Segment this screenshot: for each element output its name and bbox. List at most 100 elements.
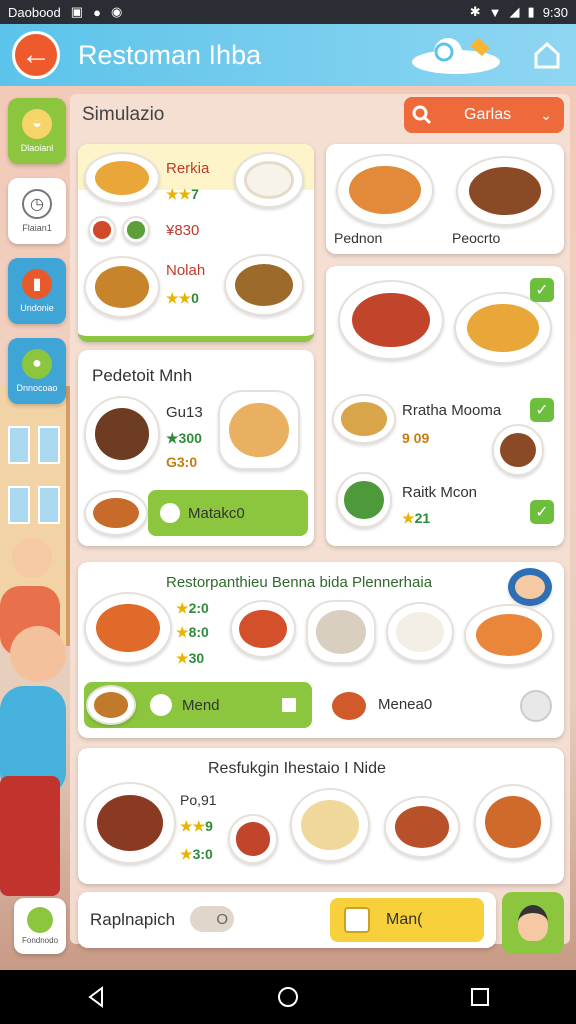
wifi-icon: ▼ xyxy=(488,4,502,20)
chevron-down-icon: ⌄ xyxy=(540,106,552,123)
item-detail: G3:0 xyxy=(166,454,198,470)
arrow-left-icon: ← xyxy=(21,38,51,71)
item-rating: ★3:0 xyxy=(180,846,213,862)
nav-recents-icon[interactable] xyxy=(468,985,492,1009)
item-label: Pednon xyxy=(334,230,383,246)
clock-icon: ◷ xyxy=(22,189,52,219)
sidebar: ◒ Dlaoianl ◷ Flaian1 ▮ Undonie ● Dnnocoa… xyxy=(8,98,66,418)
menu-card[interactable]: Restorpanthieu Benna bida Plennerhaia ★2… xyxy=(78,562,564,738)
drink-icon: ◒ xyxy=(22,109,52,139)
side-dish-image xyxy=(88,216,116,244)
toggle-switch[interactable]: O xyxy=(190,906,234,932)
menu-thumbnail xyxy=(86,685,136,725)
menu-card[interactable]: Pedetoit Mnh Gu13 ★300 G3:0 Matakc0 xyxy=(78,350,314,546)
square-icon xyxy=(282,698,296,712)
note-icon[interactable] xyxy=(520,690,552,722)
window-shape xyxy=(8,426,30,464)
signal-icon: ◢ xyxy=(509,4,520,19)
menu-button[interactable]: Mend xyxy=(84,682,312,728)
item-rating: ★★7 xyxy=(166,186,199,202)
item-rating: ★30 xyxy=(176,650,205,666)
sidebar-item-timer[interactable]: ◷ Flaian1 xyxy=(8,178,66,244)
sidebar-item-label: Undonie xyxy=(20,303,54,313)
checkbox-checked[interactable]: ✓ xyxy=(530,278,554,302)
appetizer-dish-image xyxy=(84,490,148,536)
item-price: ¥830 xyxy=(166,222,200,239)
checkbox-checked[interactable]: ✓ xyxy=(530,500,554,524)
bottom-action-bar: Raplnapich O Man( xyxy=(78,892,496,948)
chef-avatar-button[interactable] xyxy=(502,892,564,954)
sidebar-item-drinks[interactable]: ◒ Dlaoianl xyxy=(8,98,66,164)
chair-illustration xyxy=(0,776,60,896)
item-rating: ★8:0 xyxy=(176,624,209,640)
menu-card[interactable]: Rerkia ★★7 ¥830 Nolah ★★0 xyxy=(78,144,314,342)
carrier-label: Daobood xyxy=(8,4,61,20)
sidebar-item-label: Flaian1 xyxy=(22,223,52,233)
window-shape xyxy=(38,426,60,464)
search-dropdown-label: Garlas xyxy=(464,106,512,123)
sidebar-item-greens[interactable]: ● Dnnocoao xyxy=(8,338,66,404)
sidebar-item-label: Dnnocoao xyxy=(16,383,58,393)
cup-icon: ▮ xyxy=(22,269,52,299)
star-icon: ★★ xyxy=(180,818,206,834)
menu-card[interactable]: Pednon Peocrto xyxy=(326,144,564,254)
status-bar: Daobood ▣ ● ◉ ✱ ▼ ◢ ▮ 9:30 xyxy=(0,0,576,24)
checkbox-checked[interactable]: ✓ xyxy=(530,398,554,422)
grilled-dish-image xyxy=(338,280,444,360)
item-name: Nolah xyxy=(166,262,206,279)
star-icon: ★ xyxy=(176,624,189,640)
salad-dish-image xyxy=(336,154,434,226)
menu-button-label: Mend xyxy=(182,696,220,714)
pastry-dish-image xyxy=(218,390,300,470)
window-shape xyxy=(38,486,60,524)
noodle-dish-image xyxy=(84,152,160,204)
sidebar-bottom-button[interactable]: Fondnodo xyxy=(14,898,66,954)
stirfry-dish-image xyxy=(84,256,160,318)
stew-dish-image xyxy=(456,156,554,226)
diner-illustration xyxy=(12,538,52,578)
detail-button[interactable]: Matakc0 xyxy=(148,490,308,536)
app-title: Restoman Ihba xyxy=(78,39,262,70)
menu-button-label: Man( xyxy=(386,911,423,928)
card-title: Pedetoit Mnh xyxy=(92,366,193,385)
salad-dish-image xyxy=(336,472,392,528)
grilled-dish-image xyxy=(84,782,176,864)
nav-home-icon[interactable] xyxy=(276,985,300,1009)
leaf-icon xyxy=(27,907,53,933)
tomato-dish-image xyxy=(230,600,296,658)
menu-card[interactable]: Resfukgin Ihestaio I Nide Po,91 ★★9 ★3:0 xyxy=(78,748,564,884)
roast-dish-image xyxy=(474,784,552,860)
rice-dish-image xyxy=(386,602,454,662)
menu-button[interactable]: Man( xyxy=(330,898,484,942)
chef-avatar xyxy=(508,568,552,606)
carrot-dish-image xyxy=(84,592,172,664)
star-icon: ★ xyxy=(176,650,189,666)
bluetooth-icon: ✱ xyxy=(469,4,481,19)
item-rating: ★2:0 xyxy=(176,600,209,616)
nav-back-icon[interactable] xyxy=(84,985,108,1009)
notification-dot-icon: ● xyxy=(93,4,101,20)
item-name: Rerkia xyxy=(166,160,210,177)
chef-icon xyxy=(518,905,548,941)
gallery-icon: ▣ xyxy=(70,4,84,19)
system-nav-bar xyxy=(0,970,576,1024)
leaf-icon: ● xyxy=(22,349,52,379)
back-button[interactable]: ← xyxy=(12,31,60,79)
star-icon: ★★ xyxy=(166,186,192,202)
menu-grid-icon xyxy=(344,907,370,933)
card-title: Restorpanthieu Benna bida Plennerhaia xyxy=(166,574,433,591)
side-dish-image xyxy=(122,216,150,244)
menu-card[interactable]: ✓ Rratha Mooma 9 09 ✓ Raitk Mcon ★21 ✓ xyxy=(326,266,564,546)
battery-icon: ▮ xyxy=(527,4,535,19)
item-rating: ★21 xyxy=(402,510,431,526)
clock-time: 9:30 xyxy=(542,4,568,20)
sidebar-item-cups[interactable]: ▮ Undonie xyxy=(8,258,66,324)
search-dropdown[interactable]: Garlas ⌄ xyxy=(404,97,564,133)
sandwich-dish-image xyxy=(332,394,396,444)
fish-dish-image xyxy=(306,600,376,664)
home-icon[interactable] xyxy=(532,40,562,70)
star-icon: ★ xyxy=(176,600,189,616)
noodle-dish-image xyxy=(454,292,552,364)
item-price: Po,91 xyxy=(180,792,217,808)
curry-dish-image xyxy=(492,424,544,476)
